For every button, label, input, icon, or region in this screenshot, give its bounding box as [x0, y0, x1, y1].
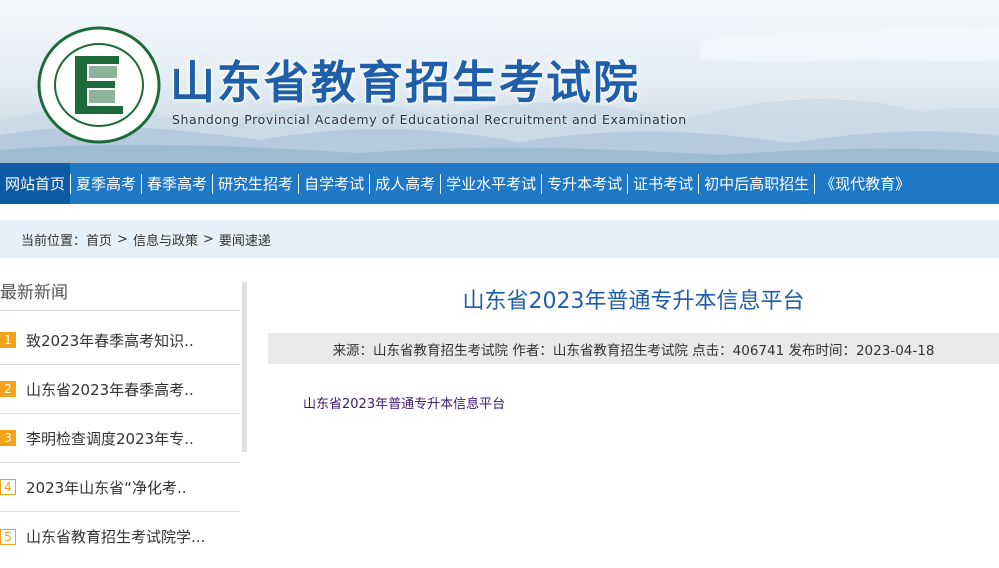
article-body-link[interactable]: 山东省2023年普通专升本信息平台 — [303, 393, 505, 412]
sidebar-divider — [0, 310, 240, 311]
sidebar-scrollbar[interactable] — [242, 282, 247, 452]
article-meta-text: 来源：山东省教育招生考试院 作者：山东省教育招生考试院 点击：406741 发布… — [332, 342, 935, 359]
breadcrumb-home[interactable]: 首页 — [86, 230, 112, 249]
rank-badge: 3 — [0, 430, 16, 446]
breadcrumb-policy[interactable]: 信息与政策 — [133, 230, 198, 249]
nav-item-8[interactable]: 证书考试 — [628, 163, 698, 204]
breadcrumb: 当前位置： 首页 > 信息与政策 > 要闻速递 — [0, 220, 999, 258]
nav-item-2[interactable]: 春季高考 — [142, 163, 212, 204]
news-item-title: 山东省教育招生考试院学... — [26, 528, 206, 546]
news-item[interactable]: 4 2023年山东省“净化考.. — [0, 463, 240, 512]
news-item-title: 李明检查调度2023年专.. — [26, 429, 194, 448]
nav-item-9[interactable]: 初中后高职招生 — [699, 163, 814, 204]
news-item[interactable]: 3 李明检查调度2023年专.. — [0, 414, 240, 463]
nav-separator — [541, 173, 543, 194]
main-nav: 网站首页 夏季高考 春季高考 研究生招考 自学考试 成人高考 学业水平考试 专升本考试 证书考试… — [0, 163, 999, 204]
nav-item-5[interactable]: 成人高考 — [370, 163, 440, 204]
news-item-title: 2023年山东省“净化考.. — [26, 478, 187, 497]
nav-item-0[interactable]: 网站首页 — [0, 163, 71, 204]
nav-separator — [369, 173, 371, 194]
article-title: 山东省2023年普通专升本信息平台 — [462, 289, 805, 314]
news-item-title: 致2023年春季高考知识.. — [26, 331, 194, 350]
article-meta: 来源：山东省教育招生考试院 作者：山东省教育招生考试院 点击：406741 发布… — [268, 333, 999, 364]
site-subtitle: Shandong Provincial Academy of Education… — [172, 112, 687, 127]
rank-badge: 4 — [0, 479, 16, 495]
nav-item-6[interactable]: 学业水平考试 — [441, 163, 541, 204]
breadcrumb-separator: > — [202, 231, 214, 247]
sidebar-title: 最新新闻 — [0, 283, 68, 303]
nav-separator — [141, 173, 143, 194]
latest-news-sidebar: 最新新闻 1 致2023年春季高考知识.. 2 山东省2023年春季高考.. 3… — [0, 278, 248, 568]
nav-separator — [298, 173, 300, 194]
nav-separator — [698, 173, 700, 194]
news-item[interactable]: 2 山东省2023年春季高考.. — [0, 365, 240, 414]
nav-item-3[interactable]: 研究生招考 — [213, 163, 298, 204]
nav-separator — [440, 173, 442, 194]
breadcrumb-prefix: 当前位置： — [21, 233, 87, 249]
nav-separator — [627, 173, 629, 194]
breadcrumb-separator: > — [117, 231, 128, 247]
news-item[interactable]: 1 致2023年春季高考知识.. — [0, 316, 240, 365]
breadcrumb-news[interactable]: 要闻速递 — [219, 230, 271, 249]
nav-item-7[interactable]: 专升本考试 — [542, 163, 627, 204]
rank-badge: 5 — [0, 528, 16, 545]
news-item[interactable]: 5 山东省教育招生考试院学... — [0, 512, 240, 561]
rank-badge: 1 — [0, 332, 16, 348]
nav-item-1[interactable]: 夏季高考 — [71, 163, 141, 204]
site-title: 山东省教育招生考试院 — [170, 56, 641, 109]
nav-separator — [814, 173, 816, 194]
rank-badge: 2 — [0, 381, 16, 397]
academy-logo — [37, 26, 161, 144]
header-banner: 山东省教育招生考试院 Shandong Provincial Academy o… — [0, 0, 999, 163]
nav-separator — [70, 173, 72, 194]
nav-item-10[interactable]: 《现代教育》 — [815, 163, 915, 204]
nav-separator — [212, 173, 214, 194]
news-item-title: 山东省2023年春季高考.. — [26, 380, 194, 399]
nav-item-4[interactable]: 自学考试 — [299, 163, 369, 204]
